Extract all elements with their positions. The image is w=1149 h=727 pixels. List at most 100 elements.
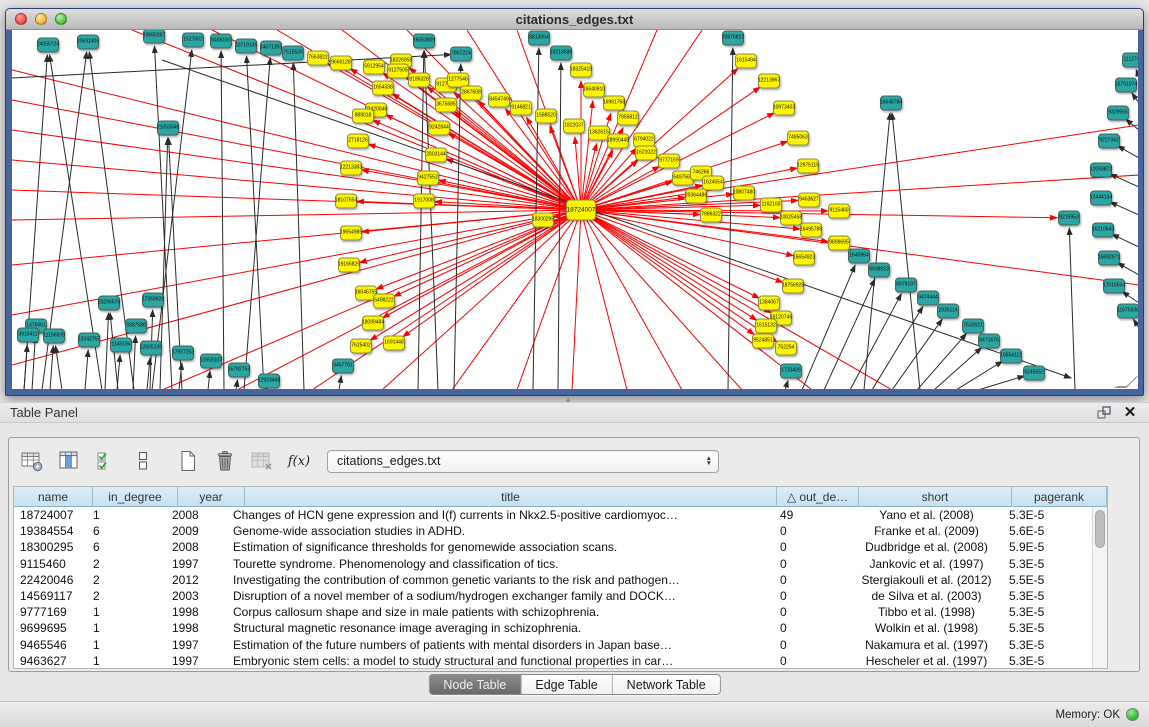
network-canvas[interactable]: 1872400724055724206914061065528715276028… [12,30,1138,389]
network-node[interactable]: 8186328 [408,73,430,88]
network-node[interactable]: 18099484 [362,316,384,331]
network-node[interactable]: 1615494 [735,54,757,69]
network-node[interactable]: 2935114 [937,304,959,319]
cell-out_de[interactable]: 0 [774,621,850,635]
cell-short[interactable]: Stergiakouli et al. (2012) [850,573,1003,587]
network-node[interactable]: 16495786 [800,223,822,238]
network-node[interactable]: 11156839 [43,329,65,344]
column-header-pagerank[interactable]: pagerank [1012,487,1107,507]
network-node[interactable]: 752254 [775,341,797,356]
cell-in_degree[interactable]: 2 [87,589,166,603]
cell-name[interactable]: 9463627 [14,654,87,668]
network-node[interactable]: 9777169 [658,154,680,169]
network-node[interactable]: 10807480 [733,186,755,201]
cell-title[interactable]: Investigating the contribution of common… [227,573,774,587]
cell-name[interactable]: 9777169 [14,605,87,619]
column-edit-button[interactable] [56,448,82,474]
table-row[interactable]: 2242004622012Investigating the contribut… [14,572,1092,588]
network-node[interactable]: 16053809 [413,34,435,49]
network-node[interactable]: 2803144 [425,148,447,163]
function-builder-button[interactable]: f(x) [286,448,312,474]
network-node[interactable]: 10719135 [235,39,257,54]
cell-short[interactable]: Wolkin et al. (1998) [850,621,1003,635]
table-row[interactable]: 1456911722003Disruption of a novel membe… [14,588,1092,604]
cell-name[interactable]: 14569117 [14,589,87,603]
cell-year[interactable]: 2008 [166,508,227,522]
cell-out_de[interactable]: 0 [774,540,850,554]
network-node[interactable]: 17957253 [172,346,194,361]
network-node[interactable]: 10958107 [200,354,222,369]
close-panel-icon[interactable]: ✕ [1121,405,1139,421]
network-node[interactable]: 8813054 [528,31,550,46]
table-selector-combobox[interactable]: citations_edges.txt ▲▼ [327,450,719,473]
column-header-out_de[interactable]: △ out_de… [777,487,859,507]
network-node[interactable]: 14671355 [260,41,282,56]
cell-name[interactable]: 18724007 [14,508,87,522]
cell-title[interactable]: Structural magnetic resonance image aver… [227,621,774,635]
network-node[interactable]: 1112748 [1122,53,1138,68]
network-node[interactable]: 10655287 [143,30,165,44]
network-node[interactable]: 9397588 [125,319,147,334]
network-node[interactable]: 9146821 [510,101,532,116]
network-window-titlebar[interactable]: citations_edges.txt [6,9,1143,30]
table-row[interactable]: 1830029562008Estimation of significance … [14,539,1092,555]
network-node[interactable]: 15692971 [1098,251,1120,266]
network-hub-node[interactable]: 18724007 [566,200,596,221]
cell-out_de[interactable]: 0 [774,573,850,587]
network-node[interactable]: 10973403 [773,101,795,116]
network-node[interactable]: 18107554 [335,194,357,209]
network-node[interactable]: 7986322 [700,208,722,223]
cell-name[interactable]: 9699695 [14,621,87,635]
network-node[interactable]: 18300295 [532,213,554,228]
cell-pagerank[interactable]: 5.3E-5 [1003,557,1092,571]
network-node[interactable]: 24055724 [37,38,59,53]
cell-year[interactable]: 2008 [166,540,227,554]
cell-short[interactable]: Hescheler et al. (1997) [850,654,1003,668]
deselect-all-button[interactable] [130,448,156,474]
tab-network-table[interactable]: Network Table [612,675,720,694]
cell-in_degree[interactable]: 1 [87,621,166,635]
network-node[interactable]: 15751074 [1115,78,1137,93]
network-node[interactable]: 10654112 [1000,349,1022,364]
cell-pagerank[interactable]: 5.6E-5 [1003,524,1092,538]
delete-rows-trash-button[interactable] [212,448,238,474]
cell-title[interactable]: Estimation of the future numbers of pati… [227,638,774,652]
close-window-button[interactable] [15,13,27,25]
network-node[interactable]: 12444134 [1090,191,1112,206]
table-row[interactable]: 946554611997Estimation of the future num… [14,637,1092,653]
network-node[interactable]: 20691406 [77,35,99,50]
network-node[interactable]: 9457791 [332,359,354,374]
network-node[interactable]: 7485063 [787,131,809,146]
cell-title[interactable]: Tourette syndrome. Phenomenology and cla… [227,557,774,571]
network-node[interactable]: 8215953 [1058,211,1080,226]
network-node[interactable]: 1145194 [110,338,132,353]
network-node[interactable]: 12975115 [797,159,819,174]
network-node[interactable]: 19166825 [338,258,360,273]
cell-pagerank[interactable]: 5.3E-5 [1003,589,1092,603]
cell-short[interactable]: Nakamura et al. (1997) [850,638,1003,652]
cell-title[interactable]: Corpus callosum shape and size in male p… [227,605,774,619]
cell-in_degree[interactable]: 2 [87,557,166,571]
scrollbar-thumb[interactable] [1095,510,1105,548]
tab-edge-table[interactable]: Edge Table [520,675,611,694]
network-node[interactable]: 1691448 [383,336,405,351]
cell-short[interactable]: Franke et al. (2009) [850,524,1003,538]
cell-year[interactable]: 1997 [166,557,227,571]
network-node[interactable]: 5498222 [373,294,395,309]
table-row[interactable]: 911546021997Tourette syndrome. Phenomeno… [14,556,1092,572]
network-node[interactable]: 2718126 [347,134,369,149]
network-node[interactable]: 11675338 [1117,304,1138,319]
table-row[interactable]: 1938455462009Genome-wide association stu… [14,523,1092,539]
cell-in_degree[interactable]: 1 [87,508,166,522]
network-node[interactable]: 5912954 [363,60,385,75]
network-node[interactable]: 9227342 [1098,134,1120,149]
network-node[interactable]: 1654338 [372,81,394,96]
network-node[interactable]: 16210643 [1092,223,1114,238]
table-row[interactable]: 977716911998Corpus callosum shape and si… [14,604,1092,620]
network-node[interactable]: 9899695 [828,236,850,251]
network-node[interactable]: 12093872 [1090,163,1112,178]
network-node[interactable]: 20206576 [98,296,120,311]
table-vertical-scrollbar[interactable] [1092,507,1107,668]
network-node[interactable]: 1917008 [413,194,435,209]
cell-out_de[interactable]: 0 [774,557,850,571]
